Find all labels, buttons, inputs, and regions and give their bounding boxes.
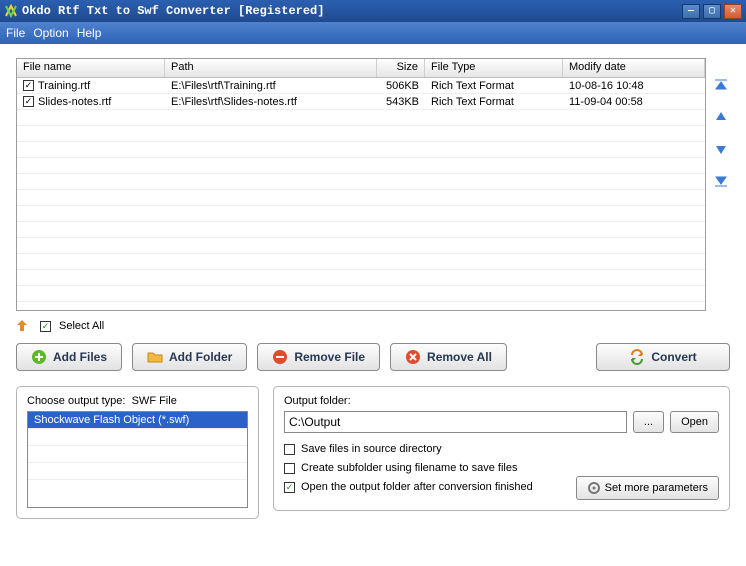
col-type[interactable]: File Type <box>425 59 563 77</box>
list-item[interactable]: Shockwave Flash Object (*.swf) <box>28 412 247 428</box>
cross-icon <box>405 349 421 365</box>
move-bottom-button[interactable] <box>712 172 730 190</box>
save-source-checkbox[interactable] <box>284 444 295 455</box>
menubar: File Option Help <box>0 22 746 44</box>
col-filename[interactable]: File name <box>17 59 165 77</box>
table-body: ✓Training.rtf E:\Files\rtf\Training.rtf … <box>17 78 705 311</box>
select-all-label: Select All <box>59 320 104 332</box>
row-checkbox[interactable]: ✓ <box>23 96 34 107</box>
close-button[interactable]: ✕ <box>724 4 742 19</box>
maximize-button[interactable]: ▢ <box>703 4 721 19</box>
file-table[interactable]: File name Path Size File Type Modify dat… <box>16 58 706 311</box>
add-files-button[interactable]: Add Files <box>16 343 122 371</box>
add-folder-button[interactable]: Add Folder <box>132 343 247 371</box>
folder-icon <box>147 349 163 365</box>
titlebar: Okdo Rtf Txt to Swf Converter [Registere… <box>0 0 746 22</box>
reorder-controls <box>712 58 730 311</box>
save-source-label: Save files in source directory <box>301 443 442 455</box>
minimize-button[interactable]: — <box>682 4 700 19</box>
table-row[interactable]: ✓ Slides-notes.rtf E:\Files\rtf\Slides-no… <box>17 94 705 110</box>
output-folder-label: Output folder: <box>284 395 719 407</box>
col-size[interactable]: Size <box>377 59 425 77</box>
plus-icon <box>31 349 47 365</box>
cell-type: Rich Text Format <box>425 80 563 92</box>
convert-button[interactable]: Convert <box>596 343 730 371</box>
select-all-checkbox[interactable]: ✓ <box>40 321 51 332</box>
cell-type: Rich Text Format <box>425 96 563 108</box>
menu-option[interactable]: Option <box>33 26 68 40</box>
open-after-checkbox[interactable]: ✓ <box>284 482 295 493</box>
convert-icon <box>629 349 645 365</box>
cell-size: 543KB <box>377 96 425 108</box>
remove-file-button[interactable]: Remove File <box>257 343 380 371</box>
output-folder-input[interactable] <box>284 411 627 433</box>
open-folder-button[interactable]: Open <box>670 411 719 433</box>
cell-size: 506KB <box>377 80 425 92</box>
move-top-button[interactable] <box>712 76 730 94</box>
minus-icon <box>272 349 288 365</box>
create-subfolder-label: Create subfolder using filename to save … <box>301 462 517 474</box>
remove-all-button[interactable]: Remove All <box>390 343 507 371</box>
cell-date: 11-09-04 00:58 <box>563 96 705 108</box>
cell-path: E:\Files\rtf\Slides-notes.rtf <box>165 96 377 108</box>
table-header: File name Path Size File Type Modify dat… <box>17 59 705 78</box>
row-checkbox[interactable]: ✓ <box>23 80 34 91</box>
create-subfolder-checkbox[interactable] <box>284 463 295 474</box>
cell-name: Slides-notes.rtf <box>38 96 111 108</box>
set-more-parameters-button[interactable]: Set more parameters <box>576 476 719 500</box>
menu-file[interactable]: File <box>6 26 25 40</box>
window-title: Okdo Rtf Txt to Swf Converter [Registere… <box>22 4 679 18</box>
output-type-panel: Choose output type: SWF File Shockwave F… <box>16 386 259 519</box>
cell-date: 10-08-16 10:48 <box>563 80 705 92</box>
gear-icon <box>587 481 601 495</box>
open-after-label: Open the output folder after conversion … <box>301 481 533 493</box>
move-up-button[interactable] <box>712 108 730 126</box>
browse-button[interactable]: ... <box>633 411 664 433</box>
cell-name: Training.rtf <box>38 80 90 92</box>
col-date[interactable]: Modify date <box>563 59 705 77</box>
menu-help[interactable]: Help <box>77 26 102 40</box>
output-type-label: Choose output type: SWF File <box>27 395 177 407</box>
up-folder-icon[interactable] <box>16 319 32 333</box>
output-folder-panel: Output folder: ... Open Save files in so… <box>273 386 730 511</box>
table-row[interactable]: ✓Training.rtf E:\Files\rtf\Training.rtf … <box>17 78 705 94</box>
app-icon <box>4 4 18 18</box>
col-path[interactable]: Path <box>165 59 377 77</box>
output-type-listbox[interactable]: Shockwave Flash Object (*.swf) <box>27 411 248 508</box>
cell-path: E:\Files\rtf\Training.rtf <box>165 80 377 92</box>
move-down-button[interactable] <box>712 140 730 158</box>
